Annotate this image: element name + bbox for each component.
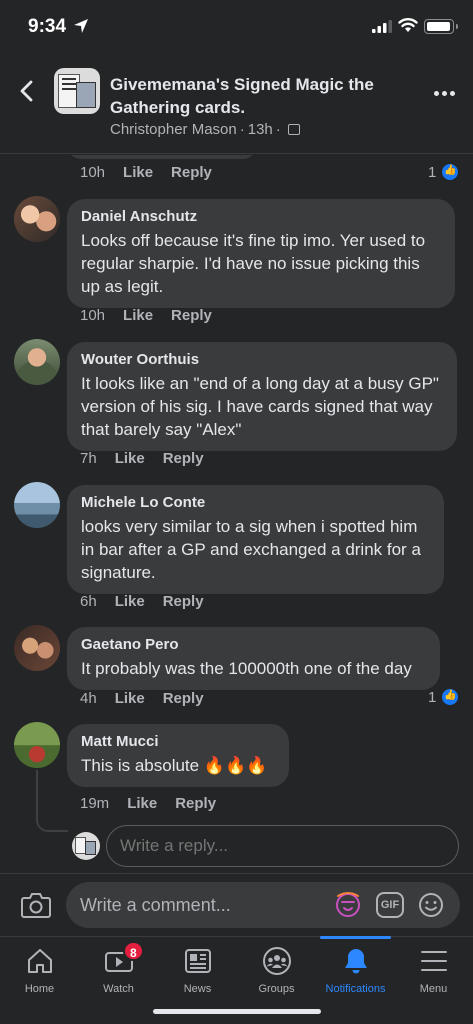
news-icon [185,949,211,973]
reply-input[interactable] [106,825,459,867]
avatar[interactable] [14,625,60,671]
comment-text: It probably was the 100000th one of the … [81,659,412,678]
avatar[interactable] [14,722,60,768]
post-author[interactable]: Christopher Mason [110,121,237,138]
my-avatar [72,832,100,860]
post-age: 13h [247,121,273,138]
like-button[interactable]: Like [115,450,145,467]
battery-icon [424,19,458,34]
reply-button[interactable]: Reply [175,795,216,812]
reply-button[interactable]: Reply [163,593,204,610]
reply-button[interactable]: Reply [171,307,212,324]
like-reaction-icon [440,687,461,707]
tab-notifications[interactable]: Notifications [316,936,395,1003]
comment-text: It looks like an "end of a long day at a… [81,374,439,439]
reply-button[interactable]: Reply [171,164,212,181]
post-meta: Christopher Mason · 13h · [110,121,300,138]
home-icon [28,949,52,973]
commenter-name[interactable]: Wouter Oorthuis [81,351,443,368]
camera-icon[interactable] [20,890,52,920]
comment-actions: 4h Like Reply [80,690,204,707]
status-time: 9:34 [28,16,67,37]
group-thumbnail[interactable] [54,68,100,114]
comment-bubble[interactable]: Matt Mucci This is absolute 🔥🔥🔥 [67,724,289,787]
reply-button[interactable]: Reply [163,450,204,467]
comment-actions: 10h Like Reply [80,307,212,324]
comment-bubble[interactable]: Wouter Oorthuis It looks like an "end of… [67,342,457,451]
reply-button[interactable]: Reply [163,690,204,707]
reply-thread-line [36,770,68,832]
tab-news[interactable]: News [158,937,237,1003]
tab-home[interactable]: Home [0,937,79,1003]
comment-actions: 10h Like Reply [80,164,212,181]
emoji-icon[interactable] [418,892,444,918]
comment-placeholder: Write a comment... [80,895,231,915]
comment-bubble[interactable]: Michele Lo Conte looks very similar to a… [67,485,444,594]
status-bar: 9:34 [0,0,473,56]
groups-icon [263,947,291,975]
commenter-name[interactable]: Daniel Anschutz [81,208,441,225]
gif-button[interactable]: GIF [376,892,404,918]
like-button[interactable]: Like [127,795,157,812]
like-reaction-icon [440,162,461,182]
comment-bubble[interactable]: Gaetano Pero It probably was the 100000t… [67,627,440,690]
previous-comment-bubble [67,155,257,159]
tab-groups[interactable]: Groups [237,937,316,1003]
commenter-name[interactable]: Matt Mucci [81,733,275,750]
home-indicator [153,1009,321,1014]
comment-actions: 7h Like Reply [80,450,204,467]
comment-bubble[interactable]: Daniel Anschutz Looks off because it's f… [67,199,455,308]
avatar[interactable] [14,482,60,528]
back-arrow-icon[interactable] [14,78,40,104]
location-arrow-icon [74,19,88,33]
comments-feed[interactable]: 10hLikeReply 1 Daniel Anschutz Looks off… [0,155,473,873]
tab-menu[interactable]: Menu [394,937,473,1003]
comment-text: looks very similar to a sig when i spott… [81,517,421,582]
private-group-icon [287,124,300,135]
commenter-name[interactable]: Gaetano Pero [81,636,426,653]
avatar[interactable] [14,339,60,385]
cell-signal-icon [372,20,392,33]
comment-text: Looks off because it's fine tip imo. Yer… [81,231,426,296]
comment-text: This is absolute 🔥🔥🔥 [81,756,268,775]
comment-actions: 6h Like Reply [80,593,204,610]
like-button[interactable]: Like [115,690,145,707]
comment-actions: 19m Like Reply [80,795,217,812]
bell-icon [345,949,367,974]
tab-watch[interactable]: 8 Watch [79,937,158,1003]
like-button[interactable]: Like [115,593,145,610]
post-title[interactable]: Givememana's Signed Magic the Gathering … [110,73,420,119]
reaction-count[interactable]: 1 [428,162,461,182]
post-header: Givememana's Signed Magic the Gathering … [0,56,473,154]
wifi-icon [398,18,418,32]
commenter-name[interactable]: Michele Lo Conte [81,494,430,511]
comment-composer: Write a comment... GIF [0,873,473,936]
like-button[interactable]: Like [123,307,153,324]
reaction-count[interactable]: 1 [428,687,461,707]
like-button[interactable]: Like [123,164,153,181]
avatar[interactable] [14,196,60,242]
menu-icon [421,951,447,971]
watch-badge: 8 [123,941,144,961]
more-options-icon[interactable] [434,91,456,97]
avatar-sticker-icon[interactable] [334,891,362,919]
comment-input[interactable]: Write a comment... GIF [66,882,460,928]
